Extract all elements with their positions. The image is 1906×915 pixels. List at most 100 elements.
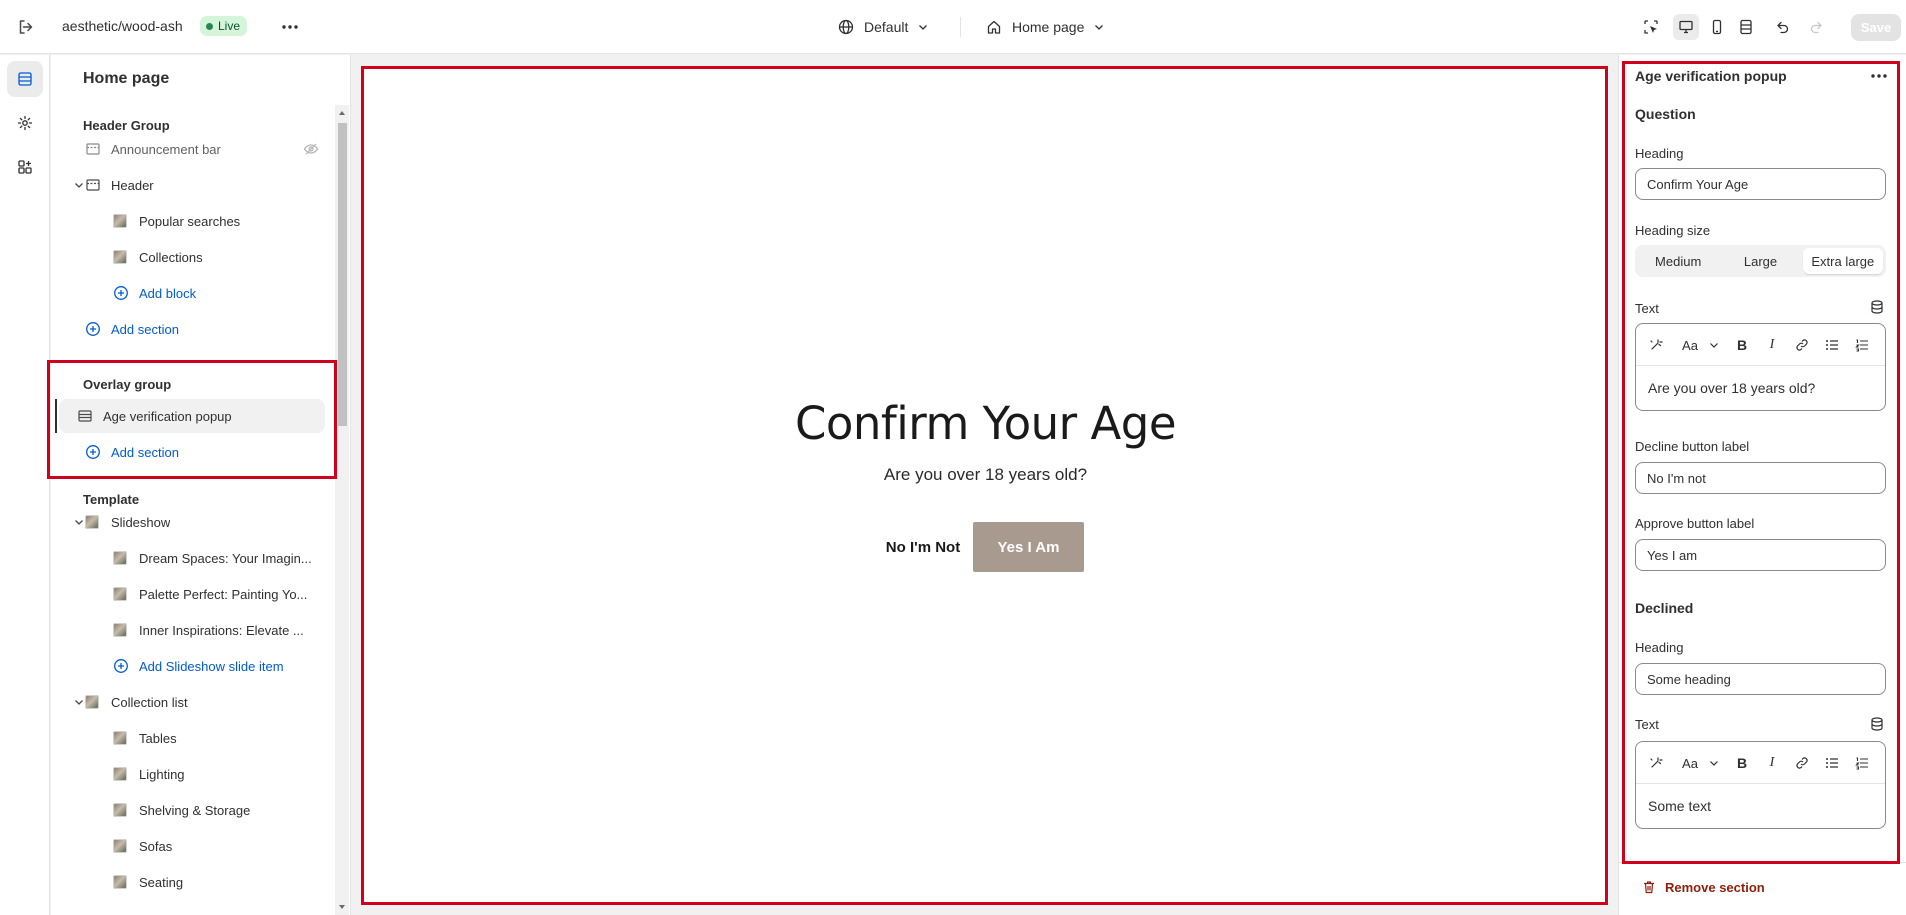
section-age-verification-popup[interactable]: Age verification popup — [59, 399, 325, 433]
decline-button-input[interactable]: No I'm not — [1635, 462, 1886, 494]
store-name: aesthetic/wood-ash — [62, 18, 183, 34]
block-label: Sofas — [139, 839, 173, 854]
database-icon[interactable] — [1869, 299, 1885, 315]
plus-circle-icon — [114, 659, 128, 673]
section-label: Announcement bar — [111, 142, 221, 157]
heading-input[interactable]: Confirm Your Age — [1635, 168, 1886, 200]
chevron-down-icon[interactable] — [73, 516, 85, 528]
block-collection[interactable]: Lighting — [59, 760, 327, 788]
block-collection[interactable]: Sofas — [59, 832, 327, 860]
chevron-down-icon[interactable] — [73, 696, 85, 708]
block-label: Popular searches — [139, 214, 241, 229]
approve-button[interactable]: Yes I Am — [973, 522, 1084, 572]
settings-gear-icon[interactable] — [7, 105, 43, 141]
full-width-icon[interactable] — [1733, 14, 1759, 40]
block-label: Dream Spaces: Your Imagin... — [139, 551, 312, 566]
bullet-list-icon[interactable] — [1822, 335, 1842, 355]
save-button[interactable]: Save — [1851, 14, 1901, 41]
block-label: Tables — [139, 731, 177, 746]
block-label: Seating — [139, 875, 184, 890]
section-icon — [86, 179, 100, 191]
bullet-list-icon[interactable] — [1822, 753, 1842, 773]
scroll-up-icon[interactable] — [337, 109, 347, 117]
size-medium-option[interactable]: Medium — [1638, 248, 1718, 274]
section-slideshow[interactable]: Slideshow — [59, 508, 327, 536]
mobile-view-icon[interactable] — [1704, 14, 1730, 40]
sections-tree: Header Group Announcement bar Header Pop… — [51, 105, 350, 915]
decline-button[interactable]: No I'm Not — [880, 522, 966, 572]
text-label: Text — [1635, 301, 1659, 316]
undo-icon[interactable] — [1769, 14, 1795, 40]
block-collection[interactable]: Shelving & Storage — [59, 796, 327, 824]
database-icon[interactable] — [1869, 716, 1885, 732]
italic-icon[interactable]: I — [1762, 335, 1782, 355]
hidden-eye-icon[interactable] — [303, 141, 319, 157]
section-header[interactable]: Header — [59, 171, 327, 199]
link-icon[interactable] — [1792, 335, 1812, 355]
block-label: Shelving & Storage — [139, 803, 251, 818]
approve-button-label: Approve button label — [1635, 516, 1755, 531]
more-actions-icon[interactable] — [1867, 64, 1891, 88]
chevron-down-icon[interactable] — [1704, 753, 1724, 773]
plus-circle-icon — [86, 322, 100, 336]
section-collection-list[interactable]: Collection list — [59, 688, 327, 716]
sections-icon[interactable] — [7, 61, 43, 97]
block-thumbnail — [113, 250, 127, 264]
declined-heading-value: Some heading — [1647, 671, 1731, 687]
ai-sparkle-icon[interactable] — [1646, 335, 1666, 355]
add-block-button[interactable]: Add block — [59, 279, 327, 307]
preview-canvas[interactable]: Confirm Your Age Are you over 18 years o… — [362, 67, 1609, 905]
block-collections[interactable]: Collections — [59, 243, 327, 271]
scroll-down-icon[interactable] — [337, 903, 347, 911]
size-extra-large-option[interactable]: Extra large — [1802, 248, 1883, 274]
block-slide[interactable]: Inner Inspirations: Elevate ... — [59, 616, 327, 644]
declined-text-editor[interactable]: Aa B I Some text — [1635, 741, 1886, 829]
bold-icon[interactable]: B — [1732, 335, 1752, 355]
desktop-view-icon[interactable] — [1673, 14, 1699, 40]
block-slide[interactable]: Palette Perfect: Painting Yo... — [59, 580, 327, 608]
globe-icon — [838, 19, 854, 35]
size-large-option[interactable]: Large — [1720, 248, 1800, 274]
ai-sparkle-icon[interactable] — [1646, 753, 1666, 773]
approve-button-input[interactable]: Yes I am — [1635, 539, 1886, 571]
chevron-down-icon — [919, 25, 928, 30]
top-bar: aesthetic/wood-ash Live Default Home pag… — [0, 0, 1906, 54]
add-section-button[interactable]: Add section — [59, 315, 327, 343]
add-section-label: Add section — [111, 445, 179, 460]
link-icon[interactable] — [1792, 753, 1812, 773]
bold-icon[interactable]: B — [1732, 753, 1752, 773]
inspector-icon[interactable] — [1638, 14, 1664, 40]
heading-size-control: Medium Large Extra large — [1635, 245, 1886, 277]
declined-heading-input[interactable]: Some heading — [1635, 663, 1886, 695]
add-slide-button[interactable]: Add Slideshow slide item — [59, 652, 327, 680]
chevron-down-icon[interactable] — [1704, 335, 1724, 355]
italic-icon[interactable]: I — [1762, 753, 1782, 773]
declined-text-label: Text — [1635, 717, 1659, 732]
theme-selector[interactable]: Default — [838, 14, 928, 40]
chevron-down-icon[interactable] — [73, 179, 85, 191]
selection-indicator — [55, 399, 57, 433]
block-slide[interactable]: Dream Spaces: Your Imagin... — [59, 544, 327, 572]
plus-circle-icon — [114, 286, 128, 300]
numbered-list-icon[interactable] — [1852, 335, 1872, 355]
block-collection[interactable]: Seating — [59, 868, 327, 896]
redo-icon[interactable] — [1804, 14, 1830, 40]
live-dot-icon — [206, 22, 213, 30]
sidebar-scrollbar-thumb[interactable] — [338, 123, 347, 426]
block-popular-searches[interactable]: Popular searches — [59, 207, 327, 235]
section-announcement-bar[interactable]: Announcement bar — [59, 135, 327, 163]
remove-section-button[interactable]: Remove section — [1641, 879, 1765, 895]
text-editor[interactable]: Aa B I Are you over 18 years old? — [1635, 323, 1886, 411]
section-label: Age verification popup — [103, 409, 232, 424]
add-block-label: Add block — [139, 286, 197, 301]
block-collection[interactable]: Tables — [59, 724, 327, 752]
add-section-button[interactable]: Add section — [59, 438, 327, 466]
numbered-list-icon[interactable] — [1852, 753, 1872, 773]
font-style-button[interactable]: Aa — [1678, 335, 1702, 355]
apps-icon[interactable] — [7, 149, 43, 185]
more-actions-icon[interactable] — [278, 15, 302, 39]
font-style-button[interactable]: Aa — [1678, 753, 1702, 773]
page-selector[interactable]: Home page — [986, 14, 1104, 40]
home-icon — [987, 20, 1001, 34]
exit-icon[interactable] — [14, 15, 38, 39]
